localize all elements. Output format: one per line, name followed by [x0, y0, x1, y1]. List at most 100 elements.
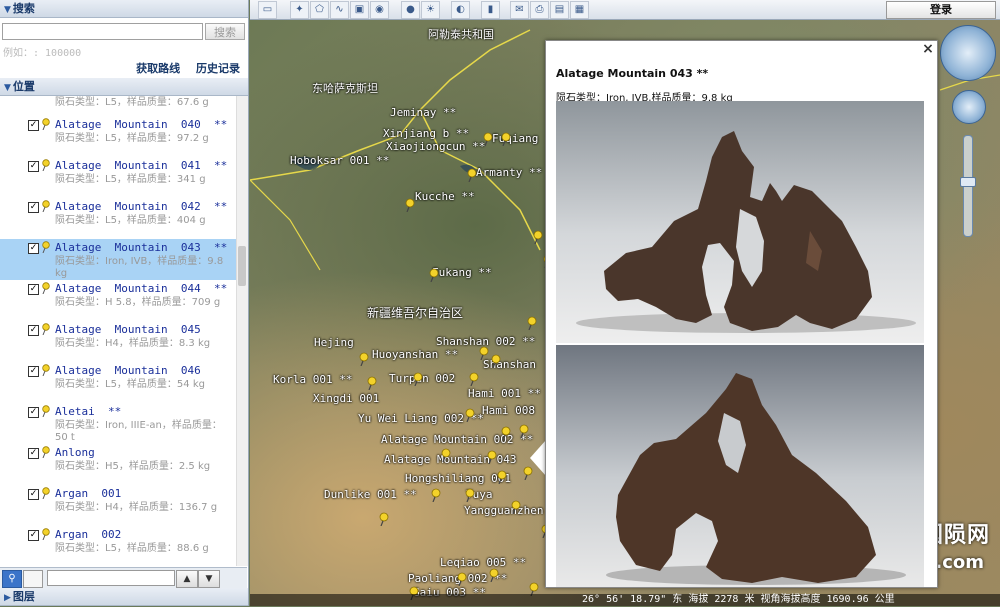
scrollbar-thumb[interactable]: [238, 246, 246, 286]
map-pushpin-icon[interactable]: [468, 372, 480, 386]
list-item[interactable]: ✓ Alatage Mountain 040 ** 陨石类型：L5，样品质量：97.…: [0, 116, 236, 157]
item-desc: 陨石类型：L5，样品质量：97.2 g: [55, 133, 209, 144]
list-item[interactable]: ✓ Argan 002 陨石类型：L5，样品质量：88.6 g: [0, 526, 236, 566]
sun-icon[interactable]: ☀: [421, 1, 440, 19]
look-control[interactable]: [952, 90, 986, 124]
map-pushpin-icon[interactable]: [440, 448, 452, 462]
map-pushpin-icon[interactable]: [486, 450, 498, 464]
list-item[interactable]: ✓ Aletai ** 陨石类型：Iron, IIIE-an，样品质量：50 t: [0, 403, 236, 444]
magnifier-icon[interactable]: ⚲: [2, 570, 22, 588]
item-name[interactable]: Argan 002: [55, 528, 121, 541]
list-item[interactable]: ✓ Alatage Mountain 044 ** 陨石类型：H 5.8，样品质量：…: [0, 280, 236, 321]
info-balloon: × Alatage Mountain 043 ** 陨石类型：Iron, IVB…: [545, 40, 938, 588]
history-link[interactable]: 历史记录: [196, 62, 240, 75]
map-pushpin-icon[interactable]: [404, 198, 416, 212]
map-pushpin-icon[interactable]: [412, 372, 424, 386]
visibility-checkbox[interactable]: ✓: [28, 161, 39, 172]
search-button[interactable]: 搜索: [205, 23, 245, 40]
map-pushpin-icon[interactable]: [482, 132, 494, 146]
zoom-slider-thumb[interactable]: [960, 177, 976, 187]
planet-icon[interactable]: ◐: [451, 1, 470, 19]
close-icon[interactable]: ×: [922, 42, 934, 56]
get-route-link[interactable]: 获取路线: [136, 62, 180, 75]
list-item[interactable]: ✓ Argan 001 陨石类型：H4，样品质量：136.7 g: [0, 485, 236, 526]
list-item[interactable]: ✓ Alatage Mountain 041 ** 陨石类型：L5，样品质量：341…: [0, 157, 236, 198]
earth-icon[interactable]: ●: [401, 1, 420, 19]
map-pushpin-icon[interactable]: [532, 230, 544, 244]
map-pushpin-icon[interactable]: [358, 352, 370, 366]
compass-control[interactable]: [940, 25, 996, 81]
map-pushpin-icon[interactable]: [456, 572, 468, 586]
map-pushpin-icon[interactable]: [518, 424, 530, 438]
map-pushpin-icon[interactable]: [366, 376, 378, 390]
item-name[interactable]: Aletai **: [55, 405, 121, 418]
map-pushpin-icon[interactable]: [464, 488, 476, 502]
visibility-checkbox[interactable]: ✓: [28, 202, 39, 213]
pushpin-icon: [42, 446, 50, 458]
item-name[interactable]: Alatage Mountain 040 **: [55, 118, 227, 131]
map-pushpin-icon[interactable]: [526, 316, 538, 330]
placemark-icon[interactable]: ✦: [290, 1, 309, 19]
item-name[interactable]: Alatage Mountain 042 **: [55, 200, 227, 213]
map-pushpin-icon[interactable]: [500, 132, 512, 146]
toolbar: ▭ ✦ ⬠ ∿ ▣ ◉ ● ☀ ◐ ▮ ✉ ⎙ ▤ ▦ 登录: [250, 0, 1000, 20]
map-pushpin-icon[interactable]: [464, 408, 476, 422]
map-view-icon[interactable]: ▦: [570, 1, 589, 19]
panel-toggle-icon[interactable]: [23, 570, 43, 588]
map-pushpin-icon[interactable]: [490, 354, 502, 368]
pushpin-icon: [42, 528, 50, 540]
list-item[interactable]: ✓ Alatage Mountain 042 ** 陨石类型：L5，样品质量：404…: [0, 198, 236, 239]
item-name[interactable]: Argan 001: [55, 487, 121, 500]
meteorite-photo: [556, 101, 924, 343]
list-item[interactable]: ✓ Anlong 陨石类型：H5，样品质量：2.5 kg: [0, 444, 236, 485]
item-name[interactable]: Alatage Mountain 046: [55, 364, 201, 377]
map-label: Armanty **: [476, 166, 543, 179]
overlay-icon[interactable]: ▣: [350, 1, 369, 19]
visibility-checkbox[interactable]: ✓: [28, 120, 39, 131]
map-pushpin-icon[interactable]: [378, 512, 390, 526]
item-name[interactable]: Alatage Mountain 043 **: [55, 241, 227, 254]
map-pushpin-icon[interactable]: [488, 568, 500, 582]
position-panel-header[interactable]: ▼ 位置: [0, 78, 248, 96]
map-pushpin-icon[interactable]: [466, 168, 478, 182]
item-name[interactable]: Anlong: [55, 446, 95, 459]
tour-icon[interactable]: ◉: [370, 1, 389, 19]
item-name[interactable]: Alatage Mountain 041 **: [55, 159, 227, 172]
map-pushpin-icon[interactable]: [430, 488, 442, 502]
visibility-checkbox[interactable]: ✓: [28, 284, 39, 295]
map-pushpin-icon[interactable]: [428, 268, 440, 282]
visibility-checkbox[interactable]: ✓: [28, 407, 39, 418]
visibility-checkbox[interactable]: ✓: [28, 243, 39, 254]
save-image-icon[interactable]: ▤: [550, 1, 569, 19]
ruler-icon[interactable]: ▮: [481, 1, 500, 19]
search-input[interactable]: [2, 23, 203, 40]
search-panel-header[interactable]: ▼ 搜索: [0, 0, 248, 18]
visibility-checkbox[interactable]: ✓: [28, 448, 39, 459]
layer-panel-header[interactable]: ▶ 图层: [0, 588, 248, 606]
sidebar-toggle-icon[interactable]: ▭: [258, 1, 277, 19]
arrow-down-icon[interactable]: ▼: [198, 570, 220, 588]
item-name[interactable]: Alatage Mountain 045: [55, 323, 201, 336]
item-name[interactable]: Alatage Mountain 044 **: [55, 282, 227, 295]
visibility-checkbox[interactable]: ✓: [28, 489, 39, 500]
visibility-checkbox[interactable]: ✓: [28, 530, 39, 541]
path-icon[interactable]: ∿: [330, 1, 349, 19]
map-pushpin-icon[interactable]: [510, 500, 522, 514]
arrow-up-icon[interactable]: ▲: [176, 570, 198, 588]
list-item[interactable]: ✓ Alatage Mountain 046 陨石类型：L5，样品质量：54 kg: [0, 362, 236, 403]
polygon-icon[interactable]: ⬠: [310, 1, 329, 19]
item-desc: 陨石类型：Iron, IVB，样品质量：9.8 kg: [55, 256, 224, 279]
item-desc: 陨石类型：L5，样品质量：341 g: [55, 174, 206, 185]
map-pushpin-icon[interactable]: [496, 470, 508, 484]
list-scrollbar[interactable]: [236, 96, 248, 566]
filter-input[interactable]: [47, 570, 175, 586]
list-item[interactable]: ✓ Alatage Mountain 045 陨石类型：H4，样品质量：8.3 kg: [0, 321, 236, 362]
visibility-checkbox[interactable]: ✓: [28, 366, 39, 377]
login-button[interactable]: 登录: [886, 1, 996, 19]
list-item[interactable]: ✓ Alatage Mountain 043 ** 陨石类型：Iron, IVB，样…: [0, 239, 236, 280]
map-pushpin-icon[interactable]: [500, 426, 512, 440]
map-pushpin-icon[interactable]: [478, 346, 490, 360]
email-icon[interactable]: ✉: [510, 1, 529, 19]
print-icon[interactable]: ⎙: [530, 1, 549, 19]
visibility-checkbox[interactable]: ✓: [28, 325, 39, 336]
